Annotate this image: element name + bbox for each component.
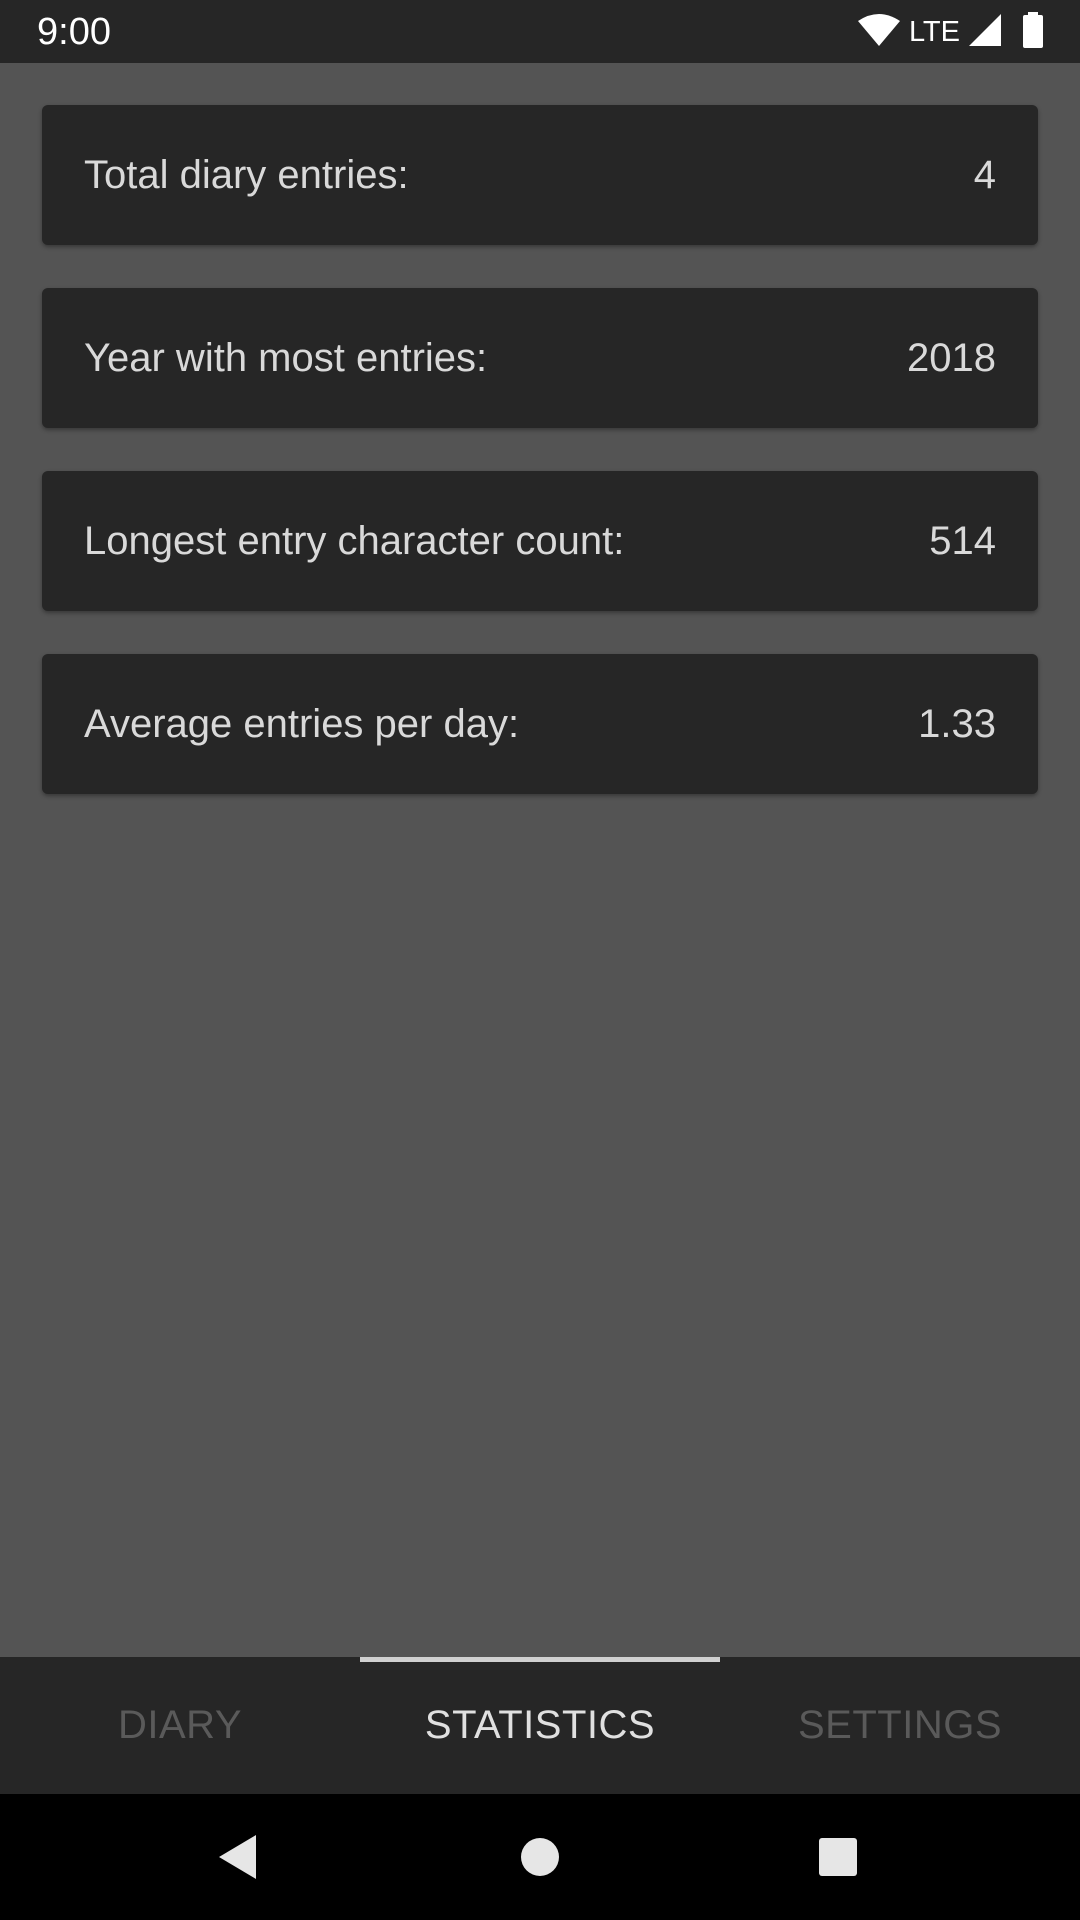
status-time: 9:00 [37, 11, 111, 53]
network-type-label: LTE [908, 16, 960, 48]
stat-label: Longest entry character count: [84, 518, 625, 563]
home-icon[interactable] [505, 1822, 575, 1892]
stat-label: Year with most entries: [84, 335, 488, 380]
stat-label: Average entries per day: [84, 701, 520, 746]
tab-diary[interactable]: DIARY [0, 1657, 360, 1794]
status-icons: LTE [857, 11, 1044, 53]
tab-statistics[interactable]: STATISTICS [360, 1657, 720, 1794]
active-tab-indicator [360, 1657, 720, 1662]
bottom-tab-bar: DIARY STATISTICS SETTINGS [0, 1657, 1080, 1794]
stat-value: 1.33 [918, 701, 996, 746]
stat-card-average-per-day: Average entries per day: 1.33 [42, 654, 1038, 794]
stat-value: 2018 [907, 335, 996, 380]
system-navigation-bar [0, 1794, 1080, 1920]
stat-value: 514 [929, 518, 996, 563]
statistics-list: Total diary entries: 4 Year with most en… [0, 63, 1080, 1657]
tab-settings[interactable]: SETTINGS [720, 1657, 1080, 1794]
stat-card-longest-entry: Longest entry character count: 514 [42, 471, 1038, 611]
tab-label: STATISTICS [424, 1703, 656, 1747]
app-screen: 9:00 LTE Total diary entries: 4 Year wit… [0, 0, 1080, 1920]
stat-card-top-year: Year with most entries: 2018 [42, 288, 1038, 428]
recents-icon[interactable] [803, 1822, 873, 1892]
tab-label: DIARY [117, 1703, 243, 1747]
stat-card-total-entries: Total diary entries: 4 [42, 105, 1038, 245]
wifi-icon [857, 13, 901, 52]
signal-icon [968, 13, 1002, 52]
stat-value: 4 [973, 152, 996, 197]
tab-label: SETTINGS [797, 1703, 1003, 1747]
stat-label: Total diary entries: [84, 152, 409, 197]
battery-icon [1022, 11, 1044, 53]
status-bar: 9:00 LTE [0, 0, 1080, 63]
back-icon[interactable] [203, 1822, 273, 1892]
